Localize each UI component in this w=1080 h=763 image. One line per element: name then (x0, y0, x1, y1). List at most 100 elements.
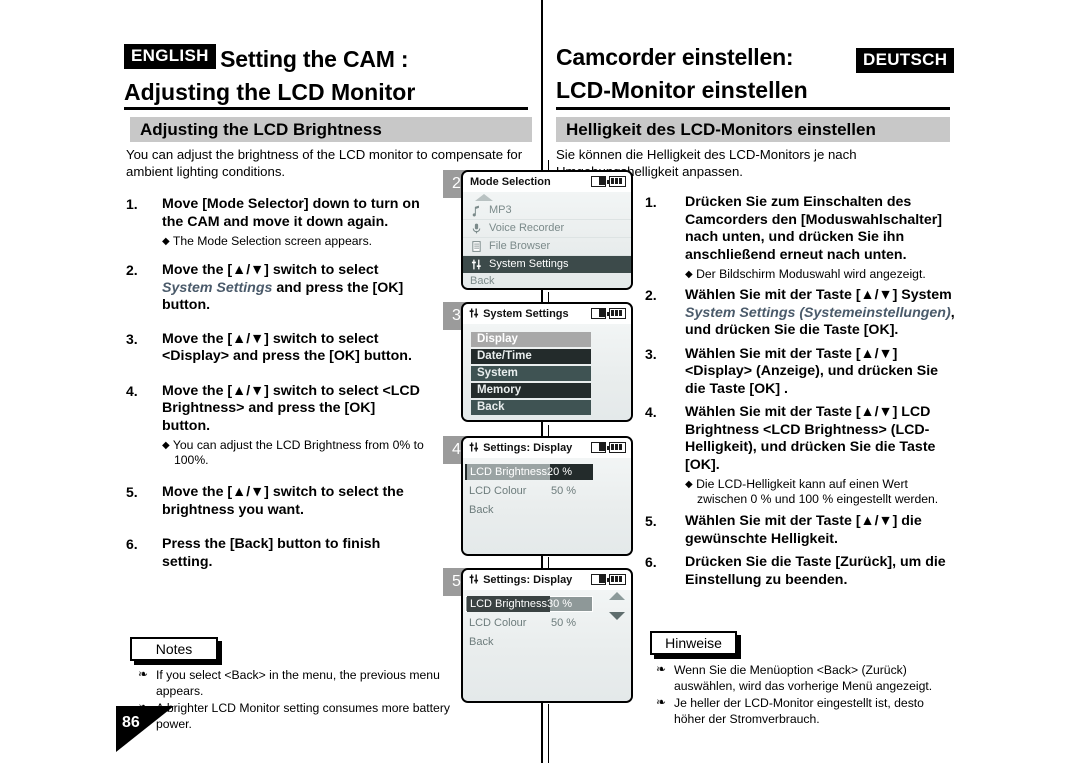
menu-row-back[interactable]: Back (463, 502, 631, 518)
step-number: 2. (645, 287, 657, 303)
steps-english: 1. Move [Mode Selector] down to turn on … (126, 196, 426, 584)
sliders-icon (469, 574, 479, 584)
header-rule-german (556, 107, 950, 110)
language-chip-german: DEUTSCH (856, 48, 955, 73)
lcd-menu-body: Display Date/Time System Memory Back (463, 324, 631, 420)
step-subnote-text: Der Bildschirm Moduswahl wird angezeigt. (696, 267, 926, 281)
step-item: 5. Wählen Sie mit der Taste [▲/▼] die ge… (645, 513, 955, 548)
memory-card-icon (591, 442, 606, 453)
menu-row-value: 50 % (551, 485, 577, 497)
battery-icon (607, 442, 626, 453)
step-text: Wählen Sie mit der Taste [▲/▼] <Display>… (685, 345, 939, 397)
step-number: 3. (645, 345, 657, 362)
menu-row-lcd-colour[interactable]: LCD Colour 50 % (463, 615, 631, 631)
step-text-italic: System Settings (Systemeinstellungen) (685, 304, 951, 321)
note-item: ❧ A brighter LCD Monitor setting consume… (134, 700, 454, 732)
step-number: 4. (126, 382, 138, 399)
battery-icon (607, 574, 626, 585)
menu-item-memory[interactable]: Memory (471, 383, 591, 398)
menu-row-label: LCD Brightness (467, 464, 551, 480)
diamond-bullet-icon: ◆ (162, 440, 170, 451)
header-rule-english (124, 107, 528, 110)
lcd-title-bar: System Settings (463, 304, 631, 324)
lcd-menu-body: LCD Brightness 30 % LCD Colour 50 % Back (463, 590, 631, 701)
memory-card-icon (591, 574, 606, 585)
connector-line (548, 425, 549, 437)
step-subnote-text: Die LCD-Helligkeit kann auf einen Wert z… (696, 477, 939, 506)
note-text: A brighter LCD Monitor setting consumes … (156, 701, 450, 731)
lcd-screen: Settings: Display LCD Brightness 20 % LC… (461, 436, 633, 556)
menu-row-back[interactable]: Back (463, 634, 631, 650)
note-text: Wenn Sie die Menüoption <Back> (Zurück) … (674, 663, 933, 693)
menu-row-value: 50 % (551, 617, 577, 629)
microphone-icon (472, 223, 481, 234)
lcd-title-bar: Settings: Display (463, 570, 631, 590)
step-number: 6. (645, 554, 657, 570)
menu-item-mp3[interactable]: MP3 (463, 202, 631, 220)
lcd-menu-body: LCD Brightness 20 % LCD Colour 50 % Back (463, 458, 631, 554)
steps-german: 1. Drücken Sie zum Einschalten des Camco… (645, 194, 955, 602)
music-note-icon (472, 205, 479, 217)
menu-row-label: LCD Colour (469, 617, 527, 629)
note-text: Je heller der LCD-Monitor eingestellt is… (674, 696, 924, 726)
step-item: 4. Wählen Sie mit der Taste [▲/▼] LCD Br… (645, 404, 955, 507)
step-number: 6. (126, 536, 138, 552)
clover-bullet-icon: ❧ (138, 667, 149, 681)
step-number: 3. (126, 330, 138, 347)
diamond-bullet-icon: ◆ (162, 236, 170, 247)
lcd-screen: Settings: Display LCD Brightness 30 % LC… (461, 568, 633, 703)
menu-item-back[interactable]: Back (463, 273, 631, 288)
lcd-status-icons (591, 574, 626, 585)
step-text: Move the [▲/▼] switch to select the brig… (162, 484, 404, 518)
menu-item-file-browser[interactable]: File Browser (463, 238, 631, 256)
notes-list-german: ❧ Wenn Sie die Menüoption <Back> (Zurück… (652, 662, 952, 729)
menu-item-label: MP3 (489, 204, 512, 216)
notes-list-english: ❧ If you select <Back> in the menu, the … (134, 667, 454, 734)
menu-item-back[interactable]: Back (471, 400, 591, 415)
language-chip-german-wrap: DEUTSCH (856, 48, 955, 76)
lcd-title-text: Settings: Display (483, 574, 573, 586)
step-number: 1. (126, 196, 138, 212)
menu-item-label: File Browser (489, 240, 551, 252)
step-subnote-text: The Mode Selection screen appears. (172, 234, 373, 248)
step-text: Drücken Sie die Taste [Zurück], um die E… (685, 554, 946, 588)
step-subnote: ◆ The Mode Selection screen appears. (162, 234, 426, 249)
section-bar-english: Adjusting the LCD Brightness (130, 117, 532, 142)
step-item: 5. Move the [▲/▼] switch to select the b… (126, 484, 426, 519)
battery-icon (607, 308, 626, 319)
page-title-german-line2: LCD-Monitor einstellen (556, 77, 808, 103)
document-icon (472, 241, 481, 252)
menu-row-value: 20 % (547, 466, 573, 478)
clover-bullet-icon: ❧ (656, 695, 667, 709)
sliders-icon (469, 442, 479, 452)
lcd-title-text: System Settings (483, 308, 569, 320)
step-item: 1. Drücken Sie zum Einschalten des Camco… (645, 194, 955, 282)
page-number-text: 86 (122, 714, 140, 731)
lcd-title-text: Mode Selection (470, 176, 551, 188)
manual-page: ENGLISH Setting the CAM : Adjusting the … (0, 0, 1080, 763)
menu-item-display[interactable]: Display (471, 332, 591, 347)
menu-item-date-time[interactable]: Date/Time (471, 349, 591, 364)
step-text: Move the [▲/▼] switch to select <Display… (162, 330, 412, 365)
step-item: 2. Move the [▲/▼] switch to select Syste… (126, 262, 426, 315)
step-subnote: ◆ Die LCD-Helligkeit kann auf einen Wert… (685, 477, 955, 507)
menu-row-lcd-colour[interactable]: LCD Colour 50 % (463, 483, 631, 499)
menu-item-system-settings[interactable]: System Settings (463, 256, 631, 273)
notes-box-english: Notes (130, 637, 218, 661)
menu-item-system[interactable]: System (471, 366, 591, 381)
step-text-before: Move the [▲/▼] switch to select (162, 262, 379, 278)
lcd-screen: System Settings Display Date/Time System… (461, 302, 633, 422)
step-text: Move [Mode Selector] down to turn on the… (162, 196, 420, 230)
step-text: Wählen Sie mit der Taste [▲/▼] LCD Brigh… (685, 404, 936, 473)
page-number-badge: 86 (116, 706, 174, 752)
sliders-icon (471, 259, 481, 270)
memory-card-icon (591, 308, 606, 319)
step-subnote-text: You can adjust the LCD Brightness from 0… (172, 438, 424, 467)
settings-menu-list: Display Date/Time System Memory Back (471, 332, 591, 417)
menu-item-voice-recorder[interactable]: Voice Recorder (463, 220, 631, 238)
note-text: If you select <Back> in the menu, the pr… (156, 668, 440, 698)
note-item: ❧ Je heller der LCD-Monitor eingestellt … (652, 695, 952, 727)
step-item: 2. Wählen Sie mit der Taste [▲/▼] System… (645, 287, 955, 340)
note-item: ❧ Wenn Sie die Menüoption <Back> (Zurück… (652, 662, 952, 694)
step-item: 3. Wählen Sie mit der Taste [▲/▼] <Displ… (645, 346, 955, 399)
